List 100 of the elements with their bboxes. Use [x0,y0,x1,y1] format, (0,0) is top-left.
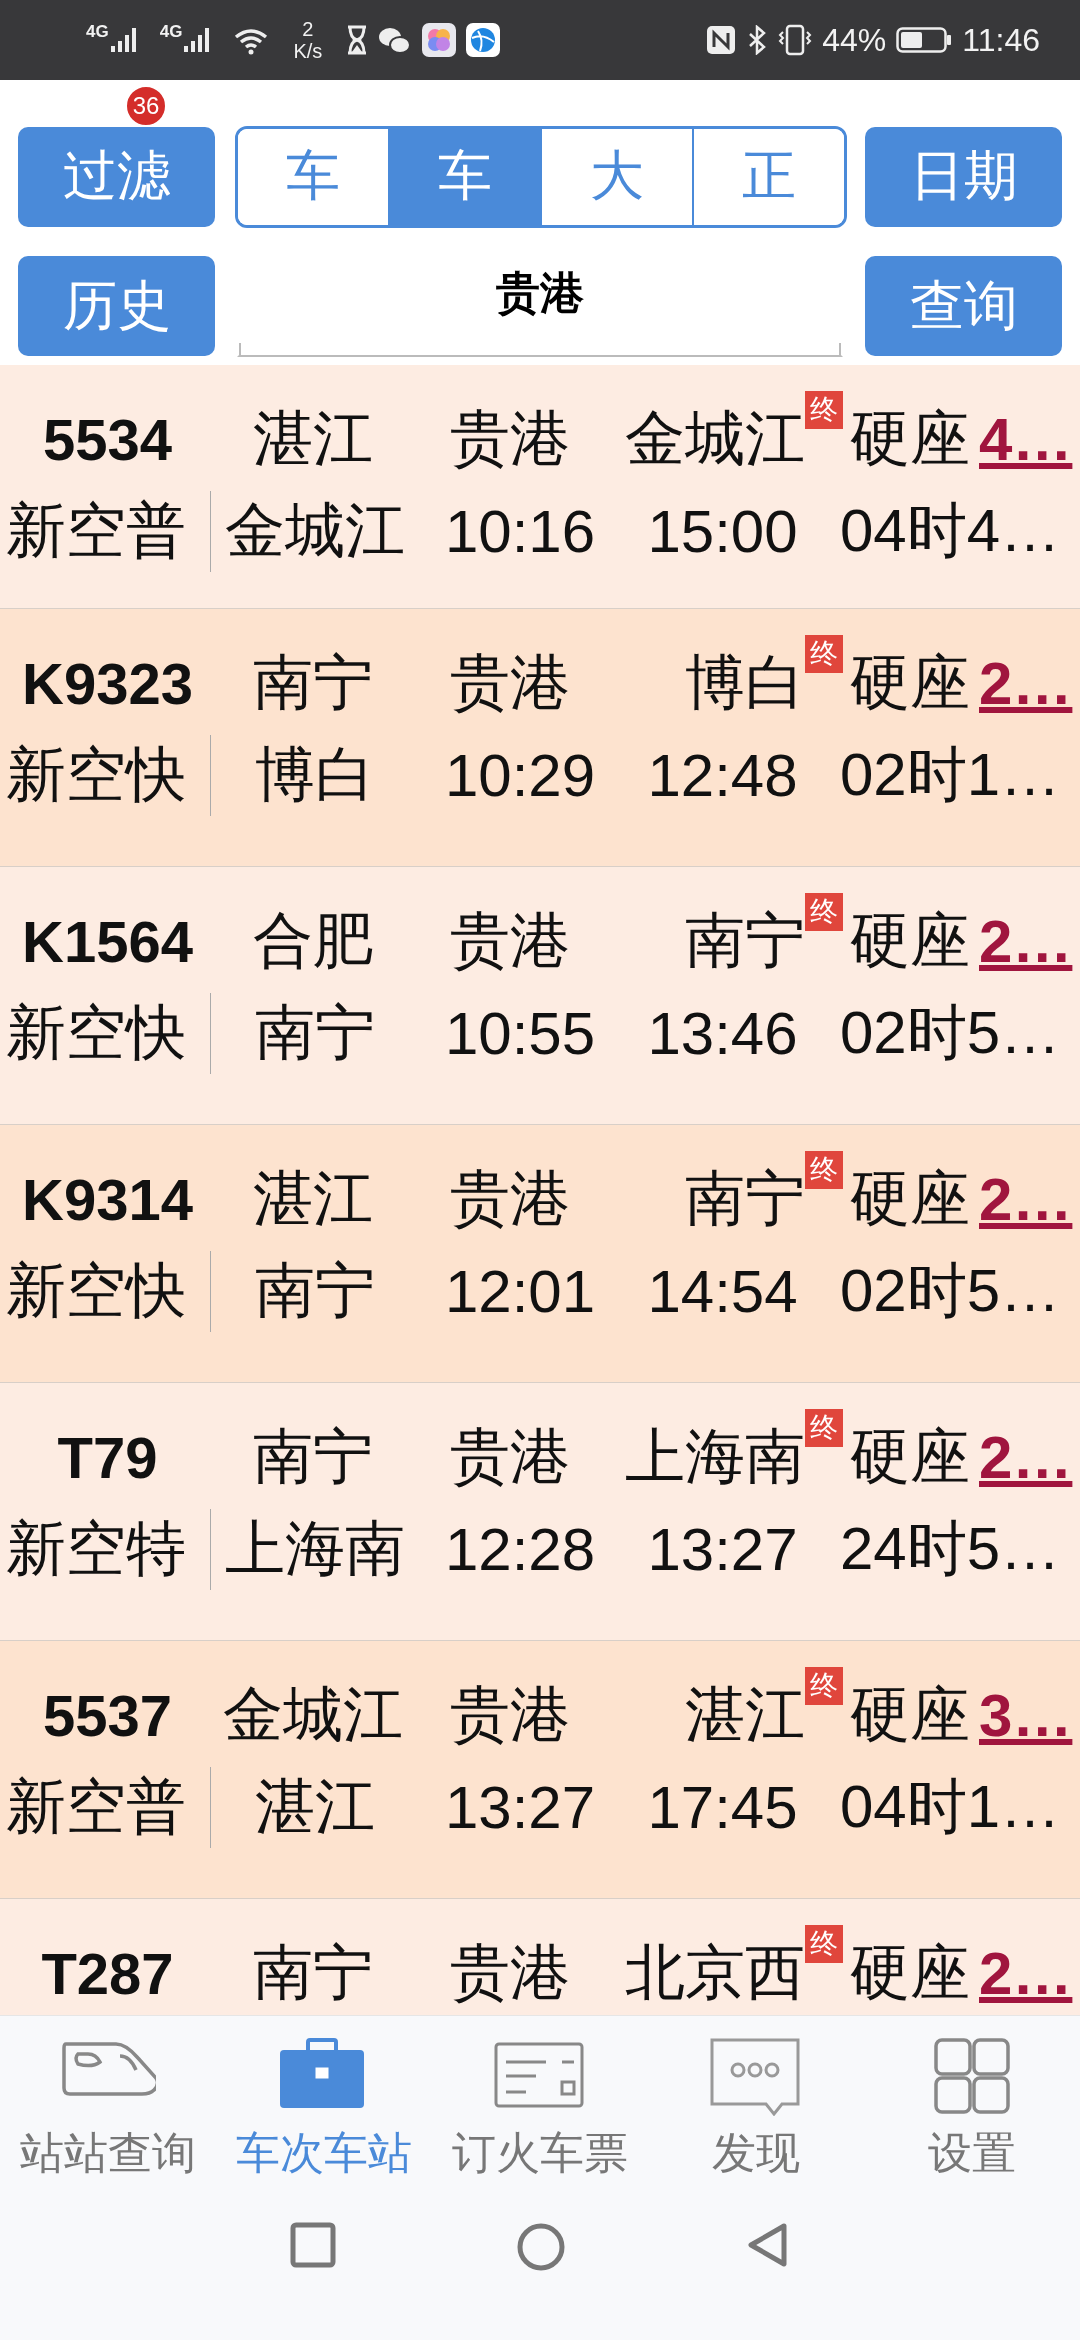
nav-tab[interactable]: 车次车站 [216,2016,432,2200]
current-station: 贵港 [449,1935,571,2009]
app-icon [422,23,457,57]
arrival-time: 14:54 [646,1256,799,1326]
departure-time: 10:55 [443,998,597,1068]
current-station: 贵港 [449,1419,571,1493]
date-button[interactable]: 日期 [865,126,1062,227]
vibrate-icon [778,24,813,56]
travel-duration: 04时4… [838,495,1062,566]
segment-tab[interactable]: 正 [692,129,844,225]
ticket-count-link[interactable]: 2… [975,906,1080,976]
ticket-count-link[interactable]: 2… [975,648,1080,718]
signal-icon [108,26,138,54]
arrival-station: 上海南 [224,1511,406,1585]
arrival-station: 金城江 [224,493,406,567]
terminus-badge: 终 [805,1408,843,1447]
terminus-badge: 终 [805,1924,843,1963]
terminus-badge: 终 [805,634,843,673]
network-type-label: 4G [86,22,109,42]
terminus-station: 南宁 [685,1161,805,1235]
nav-tab[interactable]: 设置 [864,2016,1080,2200]
query-button[interactable]: 查询 [865,256,1062,357]
nav-tab[interactable]: 发现 [648,2016,864,2200]
seat-class: 硬座 [849,645,971,719]
origin-station: 南宁 [251,1935,374,2009]
travel-duration: 02时1… [838,739,1062,810]
origin-station: 南宁 [251,1419,374,1493]
current-station: 贵港 [449,903,571,977]
train-type: 新空普 [0,1766,211,1848]
count-badge: 36 [125,84,167,127]
arrival-station: 南宁 [254,1253,376,1327]
terminus-station: 湛江 [685,1677,805,1751]
network-type-label: 4G [159,22,183,42]
origin-station: 湛江 [251,1161,374,1235]
seat-class: 硬座 [849,401,971,475]
seat-class: 硬座 [849,903,971,977]
train-type: 新空特 [0,1508,211,1590]
arrival-time: 12:48 [646,740,799,810]
ticket-count-link[interactable]: 4… [975,404,1080,474]
terminus-station: 金城江 [625,401,805,475]
departure-time: 13:27 [443,1772,597,1842]
arrival-time: 15:00 [646,496,799,566]
arrival-station: 博白 [254,737,376,811]
train-type: 新空快 [0,734,211,816]
travel-duration: 04时1… [838,1771,1062,1842]
travel-duration: 02时5… [838,1255,1062,1326]
battery-icon [896,27,953,53]
ticket-count-link[interactable]: 2… [975,1938,1080,2008]
departure-time: 10:29 [443,740,597,810]
nav-tab[interactable]: 站站查询 [0,2016,216,2200]
train-number: K9323 [21,649,194,717]
travel-duration: 02时5… [838,997,1062,1068]
train-number: K9314 [21,1165,194,1233]
origin-station: 金城江 [221,1677,404,1751]
departure-time: 12:01 [443,1256,597,1326]
signal-icon [182,26,212,54]
terminus-badge: 终 [805,1666,843,1705]
current-station: 贵港 [449,645,571,719]
train-number: T79 [56,1423,159,1491]
nav-tab[interactable]: 订火车票 [432,2016,648,2200]
travel-duration: 24时5… [838,1513,1062,1584]
arrival-time: 13:46 [646,998,799,1068]
seat-class: 硬座 [849,1419,971,1493]
origin-station: 合肥 [251,903,374,977]
seat-class: 硬座 [849,1677,971,1751]
train-type: 新空快 [0,1250,211,1332]
train-number: 5534 [42,405,173,473]
speed-unit: K/s [293,40,323,62]
current-station: 贵港 [449,401,571,475]
segment-tab[interactable]: 车 [388,129,540,225]
terminus-station: 南宁 [685,903,805,977]
terminus-station: 北京西 [625,1935,805,2009]
history-button[interactable]: 历史 [18,256,215,357]
current-station: 贵港 [449,1161,571,1235]
ticket-count-link[interactable]: 2… [975,1422,1080,1492]
speed-value: 2 [302,18,314,40]
ticket-count-link[interactable]: 3… [975,1680,1080,1750]
back-button-icon[interactable] [746,2222,790,2268]
arrival-time: 13:27 [646,1514,799,1584]
nfc-icon [706,25,737,55]
train-number: 5537 [42,1681,173,1749]
square-button-icon[interactable] [290,2222,336,2268]
arrival-time: 17:45 [646,1772,799,1842]
terminus-badge: 终 [805,390,843,429]
train-number: K1564 [21,907,194,975]
clock-time: 11:46 [962,21,1040,59]
home-button-icon[interactable] [516,2222,566,2272]
globe-icon [466,23,501,57]
origin-station: 湛江 [251,401,374,475]
departure-time: 10:16 [443,496,597,566]
train-number: T287 [40,1939,175,2007]
origin-station: 南宁 [251,645,374,719]
ticket-count-link[interactable]: 2… [975,1164,1080,1234]
train-type: 新空快 [0,992,211,1074]
seat-class: 硬座 [849,1161,971,1235]
terminus-station: 上海南 [625,1419,805,1493]
train-type: 新空普 [0,490,211,572]
terminus-badge: 终 [805,892,843,931]
arrival-station: 湛江 [254,1769,376,1843]
filter-button[interactable]: 过滤 [18,126,215,227]
